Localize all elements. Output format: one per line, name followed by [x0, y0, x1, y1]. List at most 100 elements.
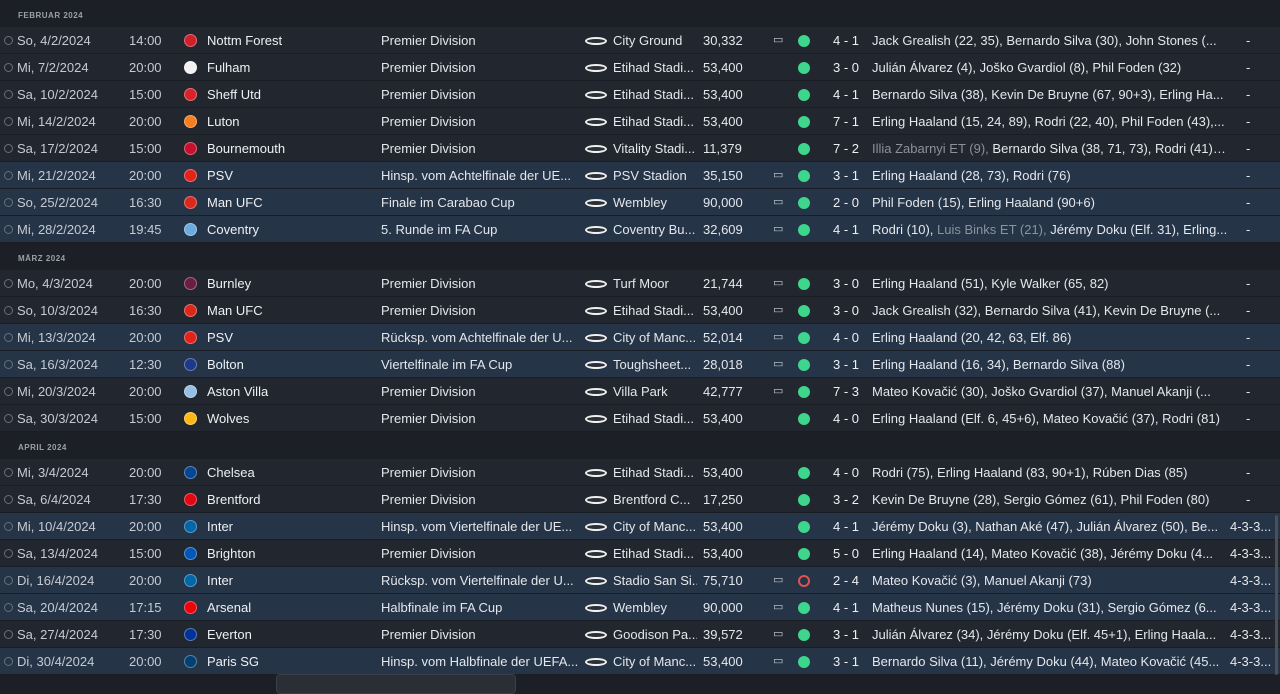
competition-link[interactable]: Rücksp. vom Achtelfinale der U...: [381, 324, 579, 351]
competition-link[interactable]: Premier Division: [381, 81, 579, 108]
competition-link[interactable]: Premier Division: [381, 135, 579, 162]
score-link[interactable]: 7 - 3: [824, 378, 868, 405]
score-link[interactable]: 4 - 1: [824, 594, 868, 621]
score-link[interactable]: 3 - 1: [824, 351, 868, 378]
match-row[interactable]: So, 10/3/2024 16:30 Man UFC Premier Divisio…: [0, 297, 1280, 324]
competition-link[interactable]: 5. Runde im FA Cup: [381, 216, 579, 243]
match-row[interactable]: Di, 30/4/2024 20:00 Paris SG Hinsp. vom Hal…: [0, 648, 1280, 675]
competition-link[interactable]: Premier Division: [381, 54, 579, 81]
opponent-link[interactable]: Paris SG: [207, 648, 377, 675]
opponent-link[interactable]: Man UFC: [207, 297, 377, 324]
match-row[interactable]: Mi, 13/3/2024 20:00 PSV Rücksp. vom Achtelf…: [0, 324, 1280, 351]
opponent-link[interactable]: Coventry: [207, 216, 377, 243]
venue-link[interactable]: Wembley: [613, 594, 697, 621]
score-link[interactable]: 3 - 1: [824, 162, 868, 189]
score-link[interactable]: 4 - 1: [824, 513, 868, 540]
opponent-link[interactable]: Bolton: [207, 351, 377, 378]
competition-link[interactable]: Premier Division: [381, 621, 579, 648]
match-row[interactable]: Sa, 6/4/2024 17:30 Brentford Premier Divisi…: [0, 486, 1280, 513]
opponent-link[interactable]: PSV: [207, 162, 377, 189]
competition-link[interactable]: Premier Division: [381, 405, 579, 432]
competition-link[interactable]: Premier Division: [381, 486, 579, 513]
score-link[interactable]: 7 - 2: [824, 135, 868, 162]
match-row[interactable]: Mo, 4/3/2024 20:00 Burnley Premier Division…: [0, 270, 1280, 297]
competition-link[interactable]: Viertelfinale im FA Cup: [381, 351, 579, 378]
vertical-scrollbar[interactable]: [1275, 515, 1278, 675]
opponent-link[interactable]: Arsenal: [207, 594, 377, 621]
venue-link[interactable]: PSV Stadion: [613, 162, 697, 189]
competition-link[interactable]: Hinsp. vom Halbfinale der UEFA...: [381, 648, 579, 675]
score-link[interactable]: 3 - 1: [824, 648, 868, 675]
opponent-link[interactable]: Burnley: [207, 270, 377, 297]
competition-link[interactable]: Premier Division: [381, 459, 579, 486]
score-link[interactable]: 7 - 1: [824, 108, 868, 135]
opponent-link[interactable]: Fulham: [207, 54, 377, 81]
score-link[interactable]: 3 - 0: [824, 270, 868, 297]
score-link[interactable]: 3 - 2: [824, 486, 868, 513]
venue-link[interactable]: Stadio San Si...: [613, 567, 697, 594]
competition-link[interactable]: Finale im Carabao Cup: [381, 189, 579, 216]
match-row[interactable]: Sa, 10/2/2024 15:00 Sheff Utd Premier Divis…: [0, 81, 1280, 108]
match-row[interactable]: Sa, 30/3/2024 15:00 Wolves Premier Division…: [0, 405, 1280, 432]
match-row[interactable]: Sa, 27/4/2024 17:30 Everton Premier Divisio…: [0, 621, 1280, 648]
venue-link[interactable]: Etihad Stadi...: [613, 81, 697, 108]
score-link[interactable]: 3 - 0: [824, 54, 868, 81]
opponent-link[interactable]: Inter: [207, 513, 377, 540]
score-link[interactable]: 4 - 1: [824, 216, 868, 243]
venue-link[interactable]: Turf Moor: [613, 270, 697, 297]
opponent-link[interactable]: Wolves: [207, 405, 377, 432]
opponent-link[interactable]: Man UFC: [207, 189, 377, 216]
score-link[interactable]: 4 - 1: [824, 27, 868, 54]
competition-link[interactable]: Premier Division: [381, 270, 579, 297]
opponent-link[interactable]: Everton: [207, 621, 377, 648]
competition-link[interactable]: Premier Division: [381, 540, 579, 567]
venue-link[interactable]: Etihad Stadi...: [613, 108, 697, 135]
venue-link[interactable]: Etihad Stadi...: [613, 297, 697, 324]
match-row[interactable]: So, 25/2/2024 16:30 Man UFC Finale im Carab…: [0, 189, 1280, 216]
competition-link[interactable]: Halbfinale im FA Cup: [381, 594, 579, 621]
competition-link[interactable]: Rücksp. vom Viertelfinale der U...: [381, 567, 579, 594]
match-row[interactable]: Sa, 13/4/2024 15:00 Brighton Premier Divisi…: [0, 540, 1280, 567]
competition-link[interactable]: Premier Division: [381, 378, 579, 405]
venue-link[interactable]: Etihad Stadi...: [613, 459, 697, 486]
competition-link[interactable]: Premier Division: [381, 108, 579, 135]
venue-link[interactable]: City of Manc...: [613, 648, 697, 675]
competition-link[interactable]: Hinsp. vom Achtelfinale der UE...: [381, 162, 579, 189]
venue-link[interactable]: City Ground: [613, 27, 697, 54]
score-link[interactable]: 4 - 0: [824, 405, 868, 432]
match-row[interactable]: Mi, 21/2/2024 20:00 PSV Hinsp. vom Achtelfi…: [0, 162, 1280, 189]
venue-link[interactable]: Etihad Stadi...: [613, 540, 697, 567]
match-row[interactable]: Mi, 14/2/2024 20:00 Luton Premier Division E…: [0, 108, 1280, 135]
score-link[interactable]: 3 - 0: [824, 297, 868, 324]
score-link[interactable]: 4 - 0: [824, 324, 868, 351]
match-row[interactable]: Di, 16/4/2024 20:00 Inter Rücksp. vom Viert…: [0, 567, 1280, 594]
venue-link[interactable]: Villa Park: [613, 378, 697, 405]
opponent-link[interactable]: PSV: [207, 324, 377, 351]
opponent-link[interactable]: Luton: [207, 108, 377, 135]
opponent-link[interactable]: Bournemouth: [207, 135, 377, 162]
competition-link[interactable]: Hinsp. vom Viertelfinale der UE...: [381, 513, 579, 540]
score-link[interactable]: 3 - 1: [824, 621, 868, 648]
opponent-link[interactable]: Nottm Forest: [207, 27, 377, 54]
match-row[interactable]: Mi, 7/2/2024 20:00 Fulham Premier Division E…: [0, 54, 1280, 81]
match-row[interactable]: Mi, 28/2/2024 19:45 Coventry 5. Runde im FA…: [0, 216, 1280, 243]
venue-link[interactable]: City of Manc...: [613, 324, 697, 351]
competition-link[interactable]: Premier Division: [381, 27, 579, 54]
venue-link[interactable]: Etihad Stadi...: [613, 405, 697, 432]
match-row[interactable]: Mi, 10/4/2024 20:00 Inter Hinsp. vom Vierte…: [0, 513, 1280, 540]
score-link[interactable]: 4 - 0: [824, 459, 868, 486]
venue-link[interactable]: Vitality Stadi...: [613, 135, 697, 162]
score-link[interactable]: 2 - 0: [824, 189, 868, 216]
venue-link[interactable]: Wembley: [613, 189, 697, 216]
venue-link[interactable]: City of Manc...: [613, 513, 697, 540]
match-row[interactable]: Mi, 3/4/2024 20:00 Chelsea Premier Division…: [0, 459, 1280, 486]
venue-link[interactable]: Coventry Bu...: [613, 216, 697, 243]
score-link[interactable]: 2 - 4: [824, 567, 868, 594]
venue-link[interactable]: Etihad Stadi...: [613, 54, 697, 81]
match-row[interactable]: So, 4/2/2024 14:00 Nottm Forest Premier Div…: [0, 27, 1280, 54]
match-row[interactable]: Sa, 16/3/2024 12:30 Bolton Viertelfinale im…: [0, 351, 1280, 378]
venue-link[interactable]: Goodison Pa...: [613, 621, 697, 648]
match-row[interactable]: Mi, 20/3/2024 20:00 Aston Villa Premier Div…: [0, 378, 1280, 405]
venue-link[interactable]: Toughsheet...: [613, 351, 697, 378]
venue-link[interactable]: Brentford C...: [613, 486, 697, 513]
